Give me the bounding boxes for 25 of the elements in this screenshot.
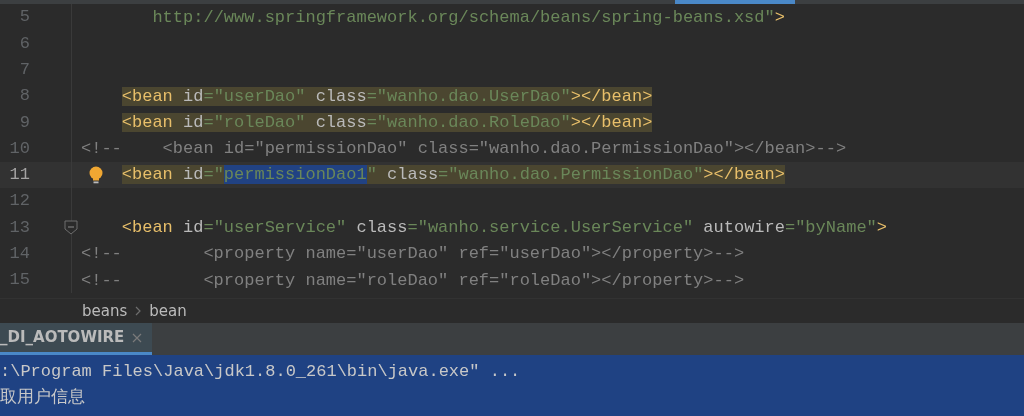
line-number: 10 (8, 137, 30, 160)
line-number: 14 (8, 243, 30, 266)
lightbulb-icon[interactable] (88, 165, 104, 185)
line-number: 15 (8, 269, 30, 292)
code-line: <!-- <property name="userDao" ref="userDao"></property>--> (80, 245, 745, 263)
code-line: <bean id="userService" class="wanho.service.UserService" autowire="byName"> (120, 219, 887, 236)
line-number: 7 (18, 59, 30, 81)
line-number: 13 (8, 216, 30, 239)
breadcrumb-item[interactable]: beans (82, 299, 128, 323)
line-number: 5 (18, 6, 30, 29)
line-number: 12 (8, 190, 30, 213)
code-line: <!-- <property name="roleDao" ref="roleDao"></property>--> (80, 271, 745, 289)
close-icon[interactable] (132, 332, 143, 343)
breadcrumb-item[interactable]: bean (149, 299, 187, 323)
line-number: 8 (18, 85, 30, 108)
chevron-icon (135, 306, 142, 316)
line-number: 9 (18, 111, 30, 134)
line-number: 11 (8, 164, 30, 187)
fold-icon[interactable] (64, 220, 78, 236)
code-line: http://www.springframework.org/schema/beans/spring-beans.xsd"> (151, 8, 785, 26)
code-line: <!-- <bean id="permissionDao" class="wanho.dao.PermissionDao"></bean>--> (80, 140, 847, 158)
console-line: 取用户信息 (0, 388, 85, 407)
line-number: 6 (18, 32, 30, 55)
console-line: :\Program Files\Java\jdk1.8.0_261\bin\java.exe" ... (0, 362, 521, 381)
run-tab[interactable]: _DI_AOTOWIRE (0, 323, 153, 355)
